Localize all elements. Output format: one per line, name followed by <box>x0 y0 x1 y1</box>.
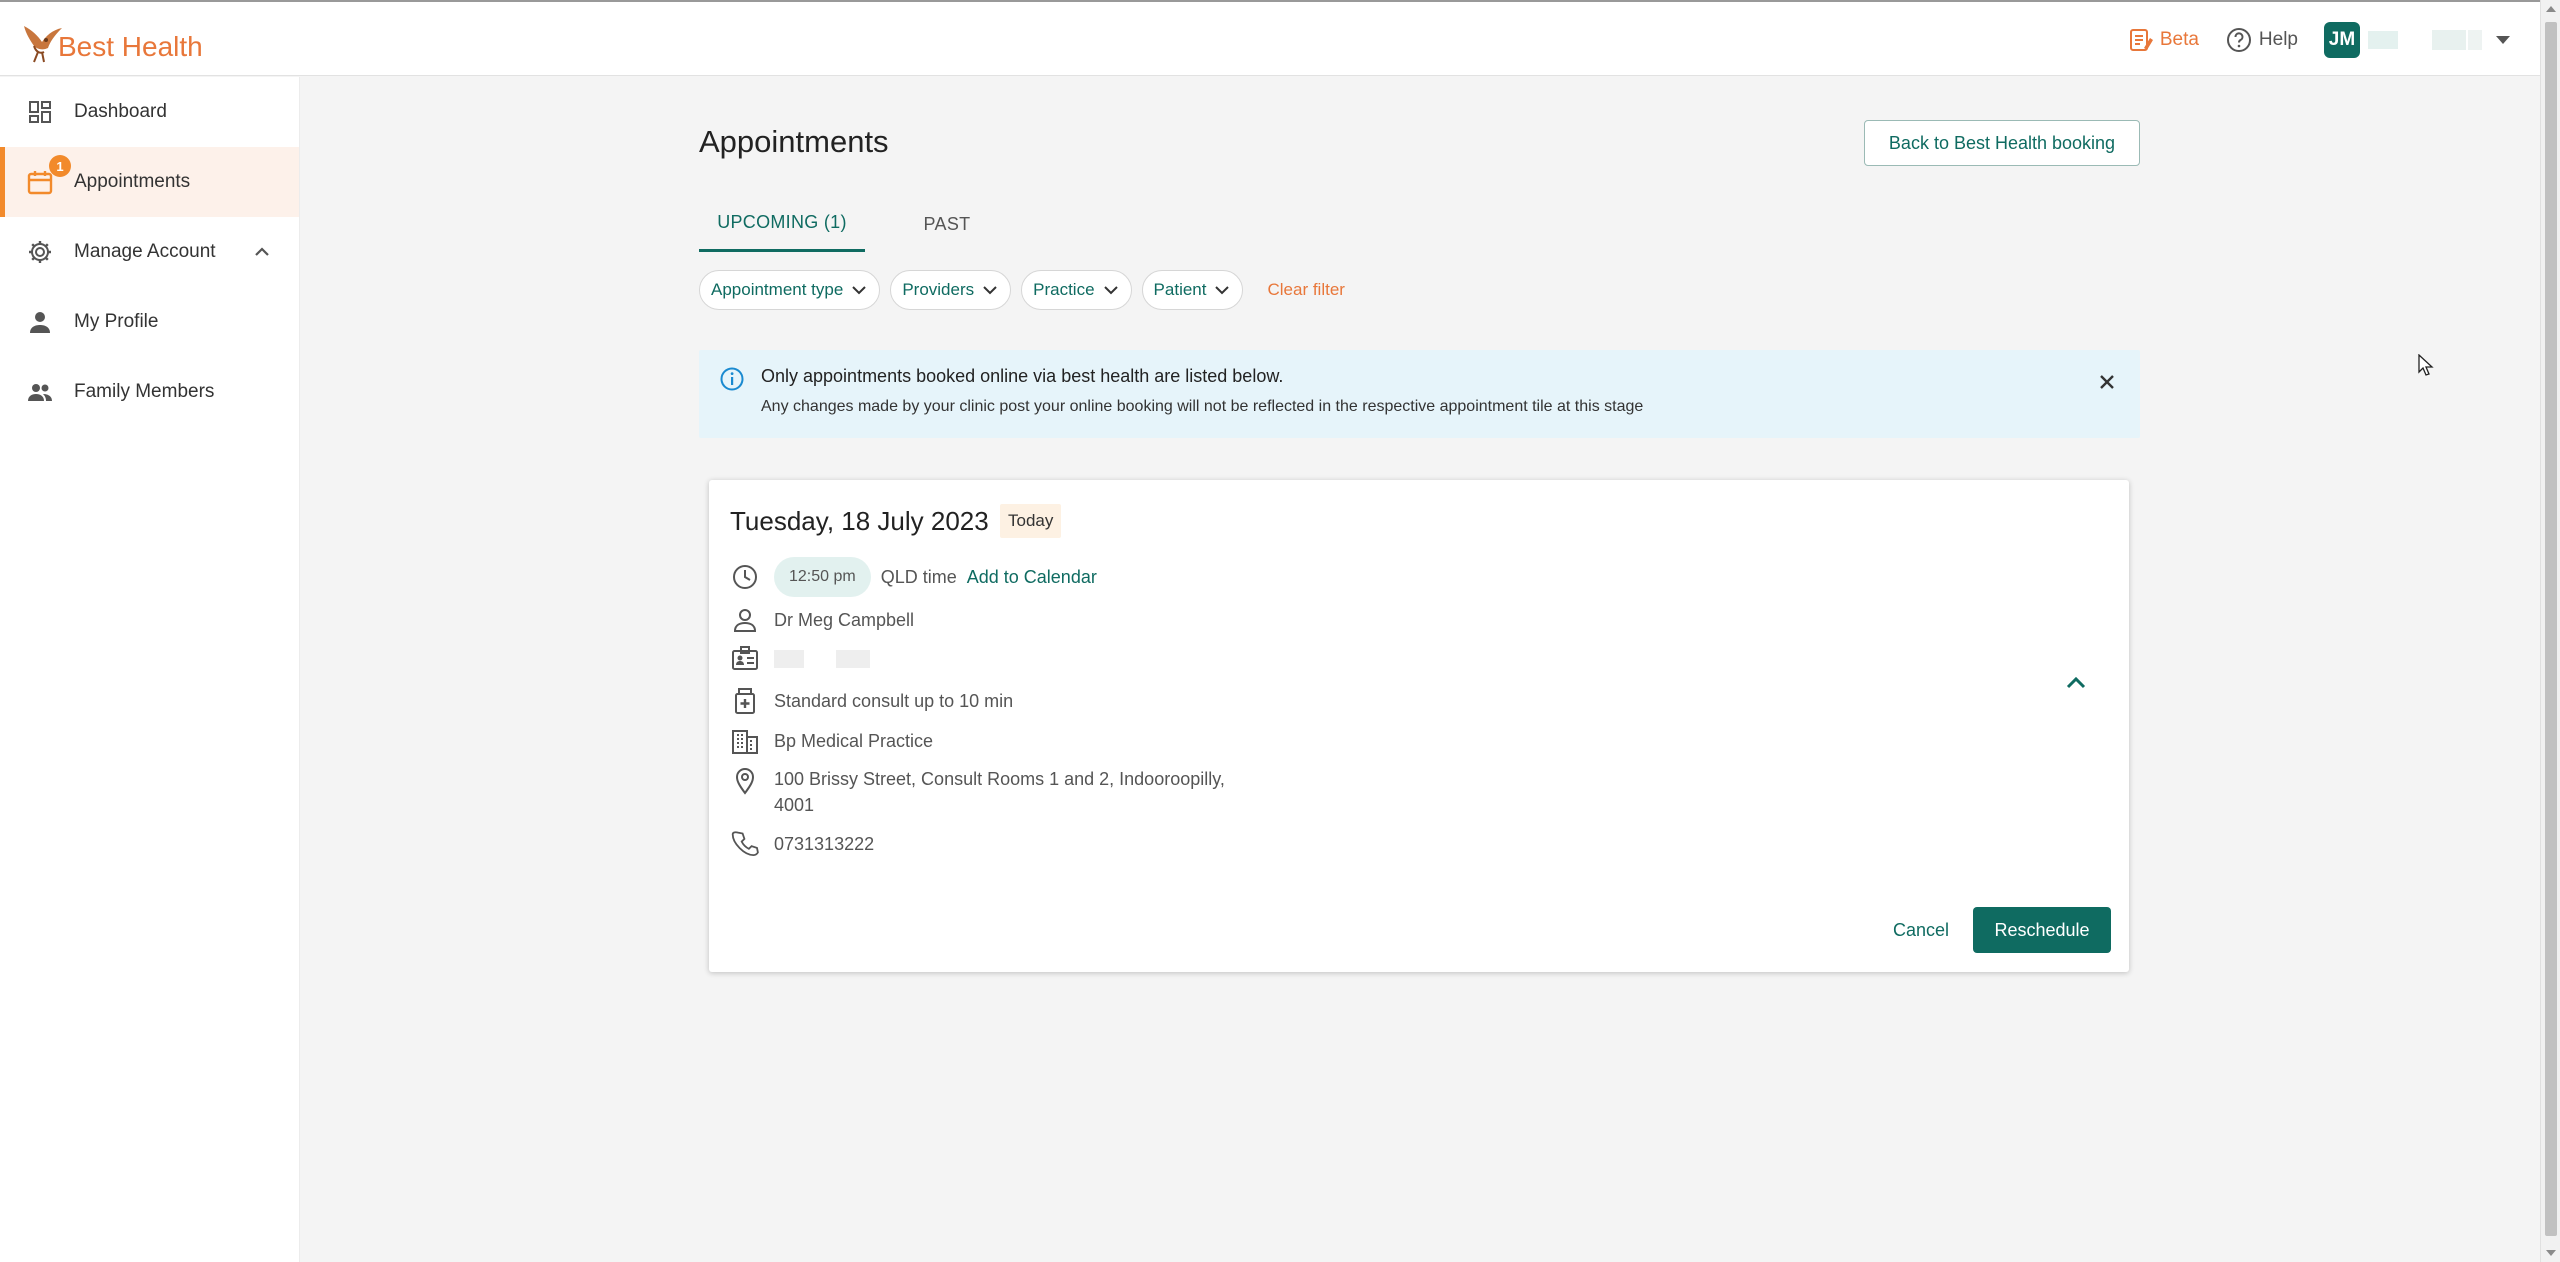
account-dropdown-icon[interactable] <box>2496 36 2510 44</box>
dashboard-icon <box>29 101 51 123</box>
sidebar-item-label: My Profile <box>74 311 159 332</box>
help-icon <box>2226 28 2251 52</box>
filter-label: Appointment type <box>711 280 844 299</box>
appointment-date: Tuesday, 18 July 2023 <box>730 506 989 536</box>
filter-bar: Appointment type Providers Practice Pati… <box>699 270 1345 310</box>
sidebar-item-my-profile[interactable]: My Profile <box>0 287 299 357</box>
scroll-down-arrow-icon[interactable] <box>2546 1250 2556 1256</box>
address-line-1: 100 Brissy Street, Consult Rooms 1 and 2… <box>774 769 1225 789</box>
person-outline-icon <box>733 609 757 632</box>
chevron-up-icon[interactable] <box>251 241 273 269</box>
phone-row: 0731313222 <box>730 829 874 859</box>
phone-icon <box>731 831 759 857</box>
filter-patient[interactable]: Patient <box>1141 270 1244 310</box>
filter-providers[interactable]: Providers <box>890 270 1012 310</box>
page-scrollbar[interactable] <box>2540 0 2560 1262</box>
redacted-user-name <box>2368 31 2398 49</box>
provider-row: Dr Meg Campbell <box>730 605 914 635</box>
help-link[interactable]: Help <box>2225 26 2298 54</box>
sidebar-item-label: Dashboard <box>74 101 167 122</box>
filter-label: Practice <box>1033 280 1095 299</box>
calendar-icon <box>27 171 53 195</box>
person-icon <box>30 312 50 333</box>
info-icon <box>720 367 744 391</box>
chevron-down-icon <box>983 286 997 295</box>
sidebar-item-appointments[interactable]: 1 Appointments <box>0 147 299 217</box>
help-label: Help <box>2258 29 2298 50</box>
redacted-patient-first <box>774 650 804 668</box>
close-icon[interactable] <box>2095 370 2119 394</box>
provider-name: Dr Meg Campbell <box>774 609 915 630</box>
clear-filter-link[interactable]: Clear filter <box>1267 280 1344 300</box>
filter-label: Providers <box>902 280 975 299</box>
timezone-label: QLD time <box>880 566 957 587</box>
appointment-card: Tuesday, 18 July 2023 Today 12:50 pm QLD… <box>709 480 2129 972</box>
building-icon <box>732 730 758 754</box>
address-row: 100 Brissy Street, Consult Rooms 1 and 2… <box>730 766 1225 818</box>
brand-name: Best Health <box>58 31 203 62</box>
filter-practice[interactable]: Practice <box>1021 270 1132 310</box>
top-header: Best Health Beta Help JM <box>0 0 2540 76</box>
beta-link[interactable]: Beta <box>2128 26 2199 54</box>
add-to-calendar-link[interactable]: Add to Calendar <box>967 567 1097 588</box>
info-subtitle: Any changes made by your clinic post you… <box>761 398 1644 415</box>
chevron-up-icon[interactable] <box>2061 668 2091 698</box>
redacted-account <box>2432 30 2466 50</box>
redacted-account-tail <box>2468 30 2482 50</box>
appointment-time: 12:50 pm <box>774 557 871 597</box>
chevron-down-icon <box>852 286 867 295</box>
clock-icon <box>733 565 757 589</box>
info-banner: Only appointments booked online via best… <box>699 350 2140 438</box>
filter-appointment-type[interactable]: Appointment type <box>699 270 881 310</box>
tab-past[interactable]: PAST <box>865 196 1029 252</box>
scroll-up-arrow-icon[interactable] <box>2546 6 2556 12</box>
cancel-appointment-button[interactable]: Cancel <box>1879 907 1963 953</box>
people-icon <box>28 384 52 401</box>
beta-icon <box>2129 29 2153 51</box>
reschedule-button[interactable]: Reschedule <box>1973 907 2111 953</box>
appointment-tabs: UPCOMING (1) PAST <box>699 196 1029 252</box>
scrollbar-thumb[interactable] <box>2545 22 2557 1236</box>
back-to-booking-button[interactable]: Back to Best Health booking <box>1864 120 2140 166</box>
sidebar-item-label: Appointments <box>74 171 191 192</box>
chevron-down-icon <box>1215 286 1230 295</box>
gear-icon <box>29 241 51 263</box>
location-pin-icon <box>735 768 755 795</box>
sidebar: Dashboard 1 Appointments Manage Account … <box>0 77 300 1262</box>
practice-row: Bp Medical Practice <box>730 726 933 756</box>
sidebar-item-label: Manage Account <box>74 241 216 262</box>
medical-bag-icon <box>735 688 755 714</box>
practice-address: 100 Brissy Street, Consult Rooms 1 and 2… <box>774 766 1225 818</box>
today-badge: Today <box>1000 504 1062 538</box>
appointments-count-badge: 1 <box>49 155 71 177</box>
sidebar-item-family-members[interactable]: Family Members <box>0 357 299 427</box>
filter-label: Patient <box>1153 280 1207 299</box>
appointment-type: Standard consult up to 10 min <box>774 690 1014 711</box>
tab-upcoming[interactable]: UPCOMING (1) <box>699 196 865 252</box>
mouse-cursor-icon <box>2418 354 2434 376</box>
appointment-time-row: 12:50 pm QLD time Add to Calendar <box>730 557 1097 597</box>
practice-name: Bp Medical Practice <box>774 730 934 751</box>
info-title: Only appointments booked online via best… <box>761 366 1284 386</box>
redacted-patient-last <box>836 650 870 668</box>
user-avatar[interactable]: JM <box>2324 22 2360 58</box>
sidebar-item-label: Family Members <box>74 381 215 402</box>
beta-label: Beta <box>2159 29 2199 50</box>
address-line-2: 4001 <box>774 795 815 815</box>
patient-row <box>730 644 870 674</box>
chevron-down-icon <box>1103 286 1118 295</box>
page-title: Appointments <box>699 124 889 159</box>
brand-logo[interactable]: Best Health <box>18 16 203 66</box>
header-actions: Beta Help JM <box>2128 22 2510 58</box>
practice-phone[interactable]: 0731313222 <box>774 834 874 855</box>
id-card-icon <box>732 646 758 670</box>
appointment-type-row: Standard consult up to 10 min <box>730 686 1013 716</box>
sidebar-item-manage-account[interactable]: Manage Account <box>0 217 299 287</box>
sidebar-item-dashboard[interactable]: Dashboard <box>0 77 299 147</box>
